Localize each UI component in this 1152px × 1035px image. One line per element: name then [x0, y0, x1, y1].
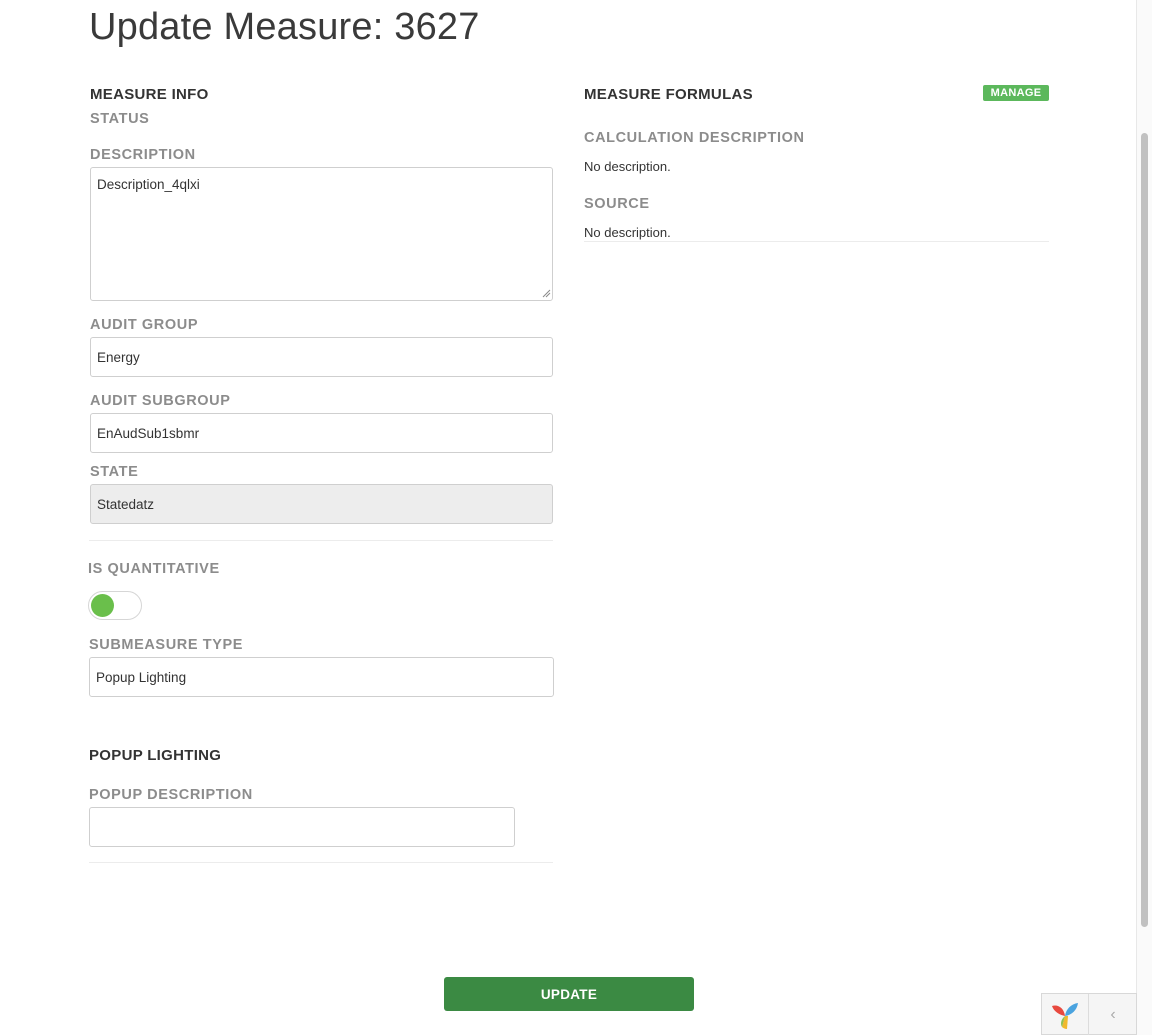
is-quantitative-label: IS QUANTITATIVE — [88, 561, 220, 577]
description-textarea[interactable]: Description_4qlxi — [90, 167, 553, 301]
calculation-description-value: No description. — [584, 159, 671, 174]
toolbar-separator — [1088, 994, 1089, 1035]
is-quantitative-toggle[interactable] — [88, 591, 142, 620]
audit-group-field[interactable] — [90, 337, 553, 377]
toggle-knob — [91, 594, 114, 617]
manage-button[interactable]: MANAGE — [983, 85, 1049, 101]
audit-group-label: AUDIT GROUP — [90, 317, 199, 333]
chevron-left-icon[interactable]: ‹ — [1090, 996, 1136, 1033]
submeasure-type-field[interactable] — [89, 657, 554, 697]
popup-lighting-title: POPUP LIGHTING — [89, 747, 222, 764]
audit-subgroup-field[interactable] — [90, 413, 553, 453]
section-divider — [584, 241, 1049, 242]
status-label: STATUS — [90, 111, 150, 127]
description-label: DESCRIPTION — [90, 147, 196, 163]
section-divider — [89, 540, 553, 541]
measure-formulas-title: MEASURE FORMULAS — [584, 86, 753, 103]
source-value: No description. — [584, 225, 671, 240]
update-button[interactable]: UPDATE — [444, 977, 694, 1011]
source-label: SOURCE — [584, 196, 650, 212]
popup-description-label: POPUP DESCRIPTION — [89, 787, 253, 803]
popup-description-field[interactable] — [89, 807, 515, 847]
state-field — [90, 484, 553, 524]
scrollbar-thumb[interactable] — [1141, 133, 1148, 927]
resize-handle-icon[interactable] — [542, 289, 551, 298]
measure-info-title: MEASURE INFO — [90, 86, 209, 103]
state-label: STATE — [90, 464, 139, 480]
calculation-description-label: CALCULATION DESCRIPTION — [584, 130, 805, 146]
yii-logo-icon[interactable] — [1049, 999, 1081, 1031]
audit-subgroup-label: AUDIT SUBGROUP — [90, 393, 231, 409]
submeasure-type-label: SUBMEASURE TYPE — [89, 637, 244, 653]
section-divider — [89, 862, 553, 863]
page-title: Update Measure: 3627 — [89, 6, 480, 48]
